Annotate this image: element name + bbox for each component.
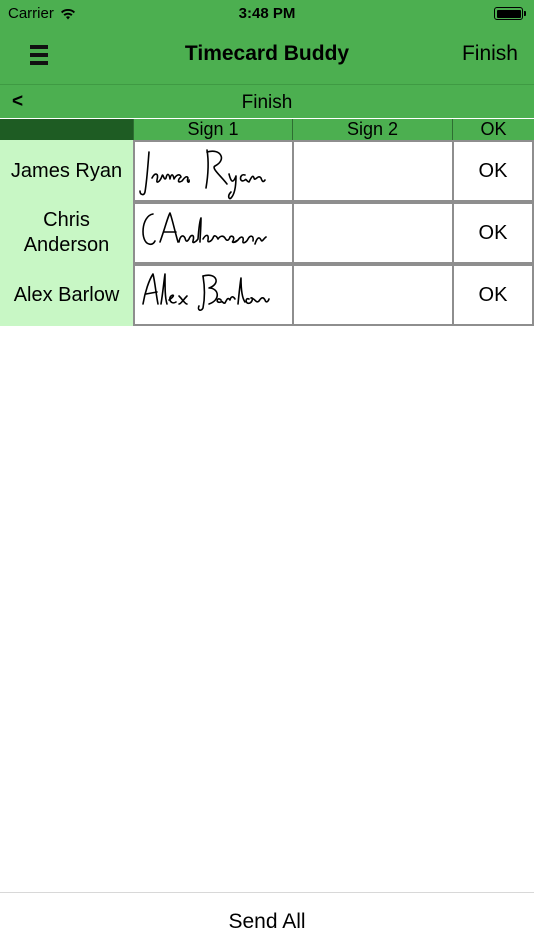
ok-button[interactable]: OK [452,264,534,326]
signature-image [142,273,270,311]
status-bar: Carrier 3:48 PM [0,0,534,28]
signature-2-cell[interactable] [292,264,454,326]
send-all-button[interactable]: Send All [0,910,534,934]
sub-navigation-bar: < Finish [0,84,534,118]
signature-image [142,212,267,246]
ok-button[interactable]: OK [452,140,534,202]
menu-button[interactable] [22,40,56,70]
signature-2-cell[interactable] [292,202,454,264]
back-button[interactable]: < [12,91,23,113]
status-time: 3:48 PM [238,5,296,22]
page-title: Timecard Buddy [184,42,350,65]
column-header-sign2: Sign 2 [293,119,453,140]
table-row: Chris Anderson OK [0,202,534,264]
column-header-ok: OK [453,119,534,140]
hamburger-icon [30,45,48,65]
signature-1-cell[interactable] [133,264,294,326]
signature-image [139,149,266,200]
signature-2-cell[interactable] [292,140,454,202]
finish-button[interactable]: Finish [462,42,518,66]
employee-name: Alex Barlow [0,264,133,326]
sub-title: Finish [241,92,293,113]
employee-name: Chris Anderson [0,202,133,264]
column-header-sign1: Sign 1 [133,119,293,140]
table-row: James Ryan OK [0,140,534,202]
signature-1-cell[interactable] [133,202,294,264]
battery-icon [494,7,526,20]
table-header: Sign 1 Sign 2 OK [0,119,534,140]
table-row: Alex Barlow OK [0,264,534,326]
employee-name: James Ryan [0,140,133,202]
bottom-toolbar: Send All [0,892,534,950]
ok-button[interactable]: OK [452,202,534,264]
navigation-bar: Timecard Buddy Finish [0,28,534,83]
signature-1-cell[interactable] [133,140,294,202]
header-corner [0,119,133,140]
